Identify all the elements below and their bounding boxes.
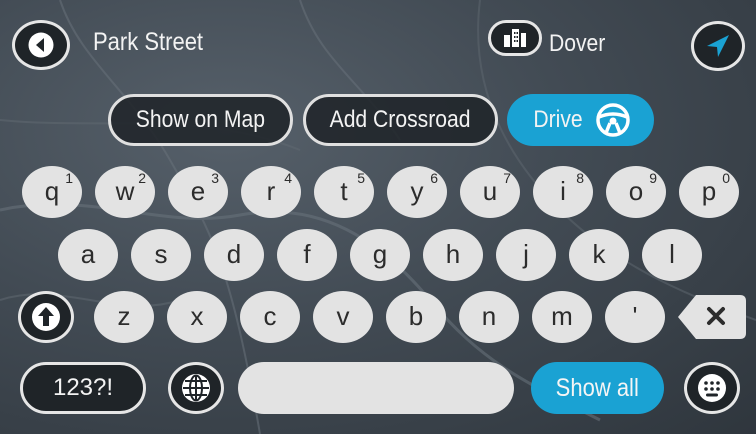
key-z[interactable]: z [94,291,154,343]
city-name: Dover [549,30,606,57]
arrow-left-icon [28,32,54,58]
steering-wheel-icon [595,103,630,137]
key-g[interactable]: g [350,229,410,281]
show-all-button[interactable]: Show all [531,362,664,414]
navigation-button[interactable] [691,21,745,71]
numbers-key[interactable]: 123?! [20,362,146,414]
key-r[interactable]: r4 [241,166,301,218]
drive-button[interactable]: Drive [507,94,654,146]
language-key[interactable] [168,362,224,414]
shift-arrow-icon [32,303,60,331]
navigation-arrow-icon [707,35,729,57]
show-all-label: Show all [555,373,640,402]
numbers-key-label: 123?! [52,374,114,401]
key-n[interactable]: n [459,291,519,343]
key-p[interactable]: p0 [679,166,739,218]
key-k[interactable]: k [569,229,629,281]
key-v[interactable]: v [313,291,373,343]
key-h[interactable]: h [423,229,483,281]
key-w[interactable]: w2 [95,166,155,218]
keyboard-icon [698,374,726,402]
key-t[interactable]: t5 [314,166,374,218]
backspace-icon [678,295,746,339]
key-o[interactable]: o9 [606,166,666,218]
backspace-key[interactable] [676,291,748,343]
key-e[interactable]: e3 [168,166,228,218]
key-y[interactable]: y6 [387,166,447,218]
key-a[interactable]: a [58,229,118,281]
key-x[interactable]: x [167,291,227,343]
key-apostrophe[interactable]: ' [605,291,665,343]
key-s[interactable]: s [131,229,191,281]
key-u[interactable]: u7 [460,166,520,218]
key-d[interactable]: d [204,229,264,281]
key-j[interactable]: j [496,229,556,281]
show-on-map-label: Show on Map [135,106,266,133]
key-i[interactable]: i8 [533,166,593,218]
show-on-map-button[interactable]: Show on Map [108,94,293,146]
space-key[interactable] [238,362,514,414]
add-crossroad-label: Add Crossroad [330,106,471,133]
city-buildings-icon [504,29,526,47]
search-screen: Park Street Dover Show on Map Add Crossr… [0,0,756,434]
key-m[interactable]: m [532,291,592,343]
back-button[interactable] [12,20,70,70]
key-q[interactable]: q1 [22,166,82,218]
shift-key[interactable] [18,291,74,343]
drive-label: Drive [533,106,584,133]
key-f[interactable]: f [277,229,337,281]
hide-keyboard-key[interactable] [684,362,740,414]
add-crossroad-button[interactable]: Add Crossroad [303,94,498,146]
key-l[interactable]: l [642,229,702,281]
key-b[interactable]: b [386,291,446,343]
street-name: Park Street [93,28,204,56]
globe-icon [182,374,210,402]
key-c[interactable]: c [240,291,300,343]
city-button[interactable] [488,20,542,56]
